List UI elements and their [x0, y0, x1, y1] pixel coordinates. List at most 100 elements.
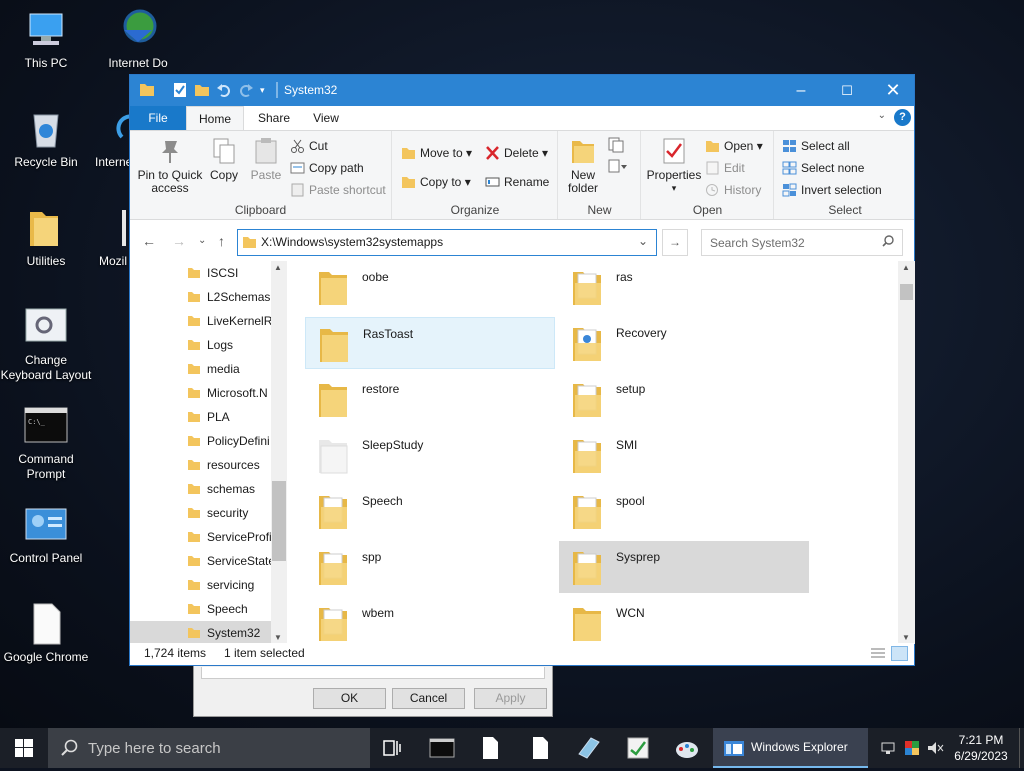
- select-all-button[interactable]: Select all: [782, 136, 850, 156]
- cut-button[interactable]: Cut: [290, 136, 328, 156]
- maximize-button[interactable]: ☐: [824, 75, 870, 106]
- undo-icon[interactable]: [216, 82, 232, 98]
- folder-item[interactable]: SMI: [559, 429, 809, 481]
- task-view-icon[interactable]: [368, 728, 416, 768]
- paste-button[interactable]: Paste: [247, 137, 285, 182]
- paste-shortcut-button[interactable]: Paste shortcut: [290, 180, 386, 200]
- windows-explorer-taskbar-button[interactable]: Windows Explorer: [713, 728, 868, 768]
- history-button[interactable]: History: [705, 180, 761, 200]
- new-item-icon[interactable]: [607, 137, 629, 156]
- easy-access-icon[interactable]: [607, 159, 629, 178]
- copy-button[interactable]: Copy: [206, 137, 242, 182]
- scroll-up-icon[interactable]: ▲: [274, 263, 282, 272]
- address-bar[interactable]: X:\Windows\system32systemapps ⌄: [237, 229, 657, 256]
- folder-item[interactable]: oobe: [305, 261, 555, 313]
- copy-path-button[interactable]: Copy path: [290, 158, 364, 178]
- folder-item-selected[interactable]: Sysprep: [559, 541, 809, 593]
- desktop-icon-google-chrome[interactable]: Google Chrome: [0, 602, 92, 665]
- volume-muted-icon[interactable]: [926, 740, 944, 759]
- tree-scrollbar[interactable]: ▲ ▼: [271, 261, 287, 644]
- search-box[interactable]: Search System32: [701, 229, 903, 256]
- folder-item[interactable]: setup: [559, 373, 809, 425]
- scroll-down-icon[interactable]: ▼: [274, 633, 282, 642]
- tree-scrollbar-thumb[interactable]: [272, 481, 286, 561]
- desktop-icon-mozilla[interactable]: Mozil: [92, 206, 132, 269]
- show-desktop-button[interactable]: [1019, 728, 1024, 768]
- desktop-icon-utilities[interactable]: Utilities: [0, 206, 92, 269]
- tree-item-label: schemas: [207, 482, 256, 496]
- windows-start-icon[interactable]: [0, 728, 48, 768]
- folder-item[interactable]: Speech: [305, 485, 555, 537]
- search-input[interactable]: Search System32: [710, 236, 805, 250]
- back-arrow-icon[interactable]: ←: [142, 233, 156, 249]
- folder-item[interactable]: WCN: [559, 597, 809, 644]
- folder-item[interactable]: ras: [559, 261, 809, 313]
- clock[interactable]: 7:21 PM 6/29/2023: [950, 732, 1012, 764]
- invert-selection-button[interactable]: Invert selection: [782, 180, 882, 200]
- folder-item[interactable]: wbem: [305, 597, 555, 644]
- notepad-taskbar-icon[interactable]: [565, 728, 613, 768]
- tab-file[interactable]: File: [130, 106, 186, 130]
- desktop-icon-change-keyboard-layout[interactable]: Change Keyboard Layout: [0, 305, 92, 383]
- open-button[interactable]: Open ▾: [705, 136, 763, 156]
- folder-item[interactable]: spp: [305, 541, 555, 593]
- select-none-button[interactable]: Select none: [782, 158, 864, 178]
- scroll-down-icon[interactable]: ▼: [902, 633, 910, 642]
- folder-item[interactable]: spool: [559, 485, 809, 537]
- large-icons-view-icon[interactable]: [891, 646, 908, 661]
- delete-button[interactable]: Delete ▾: [485, 143, 548, 163]
- command-prompt-taskbar-icon[interactable]: [418, 728, 466, 768]
- apply-button[interactable]: Apply: [474, 688, 547, 709]
- tab-share[interactable]: Share: [250, 106, 298, 130]
- cancel-button[interactable]: Cancel: [392, 688, 465, 709]
- desktop-icon-command-prompt[interactable]: C:\_ Command Prompt: [0, 404, 92, 482]
- desktop-icon-internet-download[interactable]: Internet Do: [92, 8, 184, 71]
- properties-button[interactable]: Properties ▾: [646, 137, 702, 195]
- color-icon[interactable]: [904, 740, 920, 759]
- desktop-icon-this-pc[interactable]: This PC: [0, 8, 92, 71]
- ok-button[interactable]: OK: [313, 688, 386, 709]
- taskbar-search-box[interactable]: Type here to search: [48, 728, 370, 768]
- new-folder-button[interactable]: New folder: [563, 137, 603, 195]
- chevron-down-icon[interactable]: ⌄: [878, 110, 886, 121]
- search-icon: [60, 739, 78, 760]
- recent-locations-icon[interactable]: ⌄: [198, 235, 206, 246]
- paint-taskbar-icon[interactable]: [663, 728, 711, 768]
- tab-home[interactable]: Home: [186, 106, 244, 130]
- new-folder-icon[interactable]: [194, 82, 210, 98]
- folder-item[interactable]: restore: [305, 373, 555, 425]
- folder-item-hovered[interactable]: RasToast: [305, 317, 555, 369]
- content-scrollbar-thumb[interactable]: [900, 284, 913, 300]
- forward-arrow-icon[interactable]: →: [172, 233, 186, 249]
- copy-to-button[interactable]: Copy to ▾: [401, 172, 471, 192]
- address-dropdown-icon[interactable]: ⌄: [638, 234, 648, 248]
- pin-to-quick-access-button[interactable]: Pin to Quick access: [136, 137, 204, 195]
- go-arrow-icon[interactable]: →: [662, 229, 688, 256]
- folder-item[interactable]: Recovery: [559, 317, 809, 369]
- taskbar-search-input[interactable]: Type here to search: [88, 740, 221, 757]
- rename-button[interactable]: Rename: [485, 172, 549, 192]
- tree-item-selected[interactable]: System32: [130, 621, 271, 644]
- redo-icon[interactable]: [238, 82, 254, 98]
- content-scrollbar[interactable]: ▲ ▼: [898, 261, 915, 644]
- customize-toolbar-icon[interactable]: ▾: [260, 82, 276, 98]
- minimize-button[interactable]: –: [778, 75, 824, 106]
- network-icon[interactable]: [880, 740, 898, 759]
- desktop-icon-control-panel[interactable]: Control Panel: [0, 503, 92, 566]
- document-taskbar-icon[interactable]: [466, 728, 514, 768]
- edit-button[interactable]: Edit: [705, 158, 745, 178]
- tab-view[interactable]: View: [304, 106, 348, 130]
- scroll-up-icon[interactable]: ▲: [902, 263, 910, 272]
- address-text[interactable]: X:\Windows\system32systemapps: [261, 235, 443, 249]
- details-view-icon[interactable]: [870, 647, 886, 663]
- desktop-icon-recycle-bin[interactable]: Recycle Bin: [0, 107, 92, 170]
- document-taskbar-icon[interactable]: [516, 728, 564, 768]
- up-arrow-icon[interactable]: ↑: [218, 233, 225, 249]
- properties-icon[interactable]: [172, 82, 188, 98]
- folder-item[interactable]: SleepStudy: [305, 429, 555, 481]
- move-to-button[interactable]: Move to ▾: [401, 143, 472, 163]
- help-icon[interactable]: ?: [894, 109, 911, 126]
- registry-taskbar-icon[interactable]: [614, 728, 662, 768]
- desktop-icon-internet-explorer[interactable]: Interne: [92, 107, 135, 170]
- close-button[interactable]: ✕: [870, 75, 916, 106]
